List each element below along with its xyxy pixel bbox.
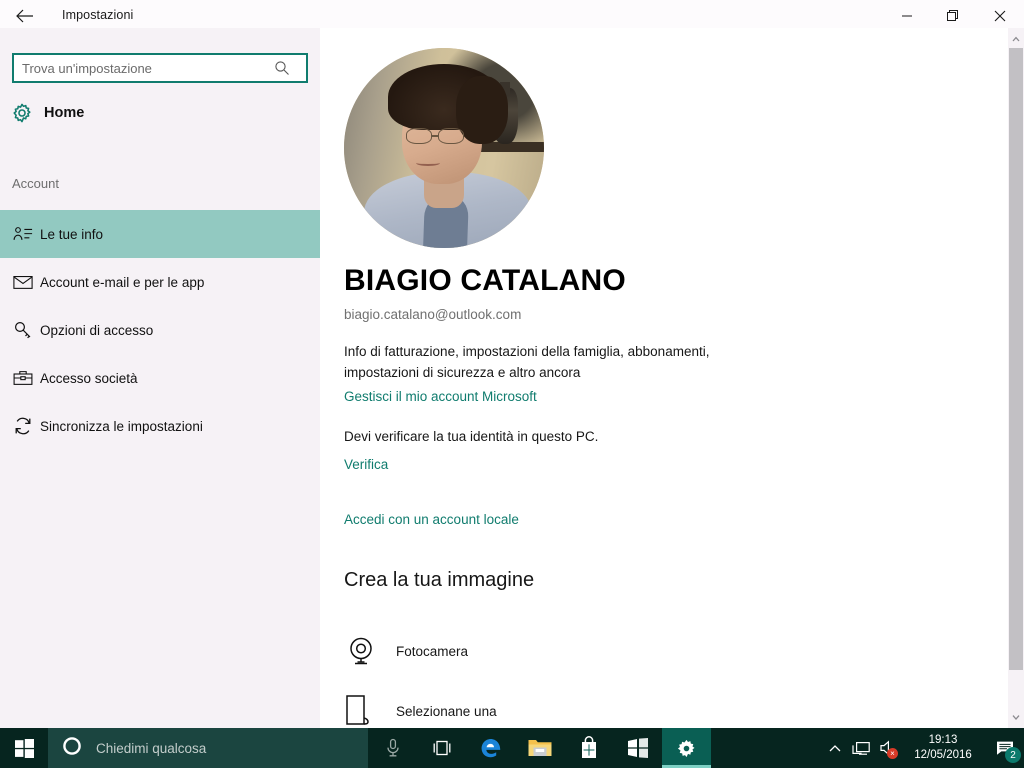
task-view-button[interactable] xyxy=(417,728,466,768)
settings-app-window: Impostazioni Trova un'impostazione Home … xyxy=(0,0,1024,768)
cortana-search-box[interactable]: Chiedimi qualcosa xyxy=(48,728,368,768)
local-account-link[interactable]: Accedi con un account locale xyxy=(344,512,519,527)
task-view-icon xyxy=(433,740,450,756)
chevron-down-icon xyxy=(1012,715,1020,720)
user-email: biagio.catalano@outlook.com xyxy=(344,307,522,322)
search-icon[interactable] xyxy=(269,60,295,76)
sidebar-item-sincronizza[interactable]: Sincronizza le impostazioni xyxy=(0,402,320,450)
sidebar-item-le-tue-info[interactable]: Le tue info xyxy=(0,210,320,258)
start-button[interactable] xyxy=(0,728,48,768)
sidebar-item-accesso-societa[interactable]: Accesso società xyxy=(0,354,320,402)
avatar[interactable] xyxy=(344,48,544,248)
windows-app-button[interactable] xyxy=(613,728,662,768)
user-info-icon xyxy=(0,225,40,243)
cortana-circle-icon xyxy=(62,736,82,761)
sidebar-item-label: Le tue info xyxy=(40,226,104,242)
system-tray: × 19:13 12/05/2016 2 xyxy=(822,728,1024,768)
picture-section-title: Crea la tua immagine xyxy=(344,569,535,591)
windows-logo-icon xyxy=(14,738,34,758)
user-name: BIAGIO CATALANO xyxy=(344,264,626,297)
sidebar-group-title: Account xyxy=(12,176,59,191)
manage-microsoft-account-link[interactable]: Gestisci il mio account Microsoft xyxy=(344,389,537,404)
search-input[interactable] xyxy=(14,55,269,81)
chevron-up-icon xyxy=(829,744,841,751)
verify-link[interactable]: Verifica xyxy=(344,457,388,472)
folder-icon xyxy=(528,740,551,756)
briefcase-icon xyxy=(0,369,40,387)
avatar-glasses-left xyxy=(406,128,432,144)
search-box[interactable] xyxy=(12,53,308,83)
windows-flag-icon xyxy=(627,738,648,758)
show-hidden-icons-button[interactable] xyxy=(822,728,848,768)
microsoft-store-button[interactable] xyxy=(564,728,613,768)
microphone-icon xyxy=(386,738,399,757)
microphone-button[interactable] xyxy=(368,728,417,768)
picture-option-camera[interactable]: Fotocamera xyxy=(344,629,468,673)
back-arrow-icon xyxy=(16,9,33,23)
sidebar-item-opzioni-accesso[interactable]: Opzioni di accesso xyxy=(0,306,320,354)
key-icon xyxy=(0,320,40,340)
main-content: BIAGIO CATALANO biagio.catalano@outlook.… xyxy=(320,28,1008,728)
window-title: Impostazioni xyxy=(62,8,134,22)
cortana-placeholder: Chiedimi qualcosa xyxy=(96,740,207,756)
picture-option-label: Selezionane una xyxy=(396,703,497,719)
microsoft-edge-button[interactable] xyxy=(466,728,515,768)
vertical-scrollbar[interactable] xyxy=(1008,28,1024,728)
volume-button[interactable]: × xyxy=(874,728,900,768)
picture-option-label: Fotocamera xyxy=(396,643,469,659)
minimize-icon xyxy=(902,15,912,17)
envelope-icon xyxy=(0,274,40,290)
sidebar-item-home[interactable]: Home xyxy=(0,94,320,132)
clock[interactable]: 19:13 12/05/2016 xyxy=(900,728,986,768)
edge-icon xyxy=(481,739,500,758)
verify-identity-text: Devi verificare la tua identità in quest… xyxy=(344,429,599,444)
taskbar: Chiedimi qualcosa × 19:13 12/05/2016 2 xyxy=(0,728,1024,768)
sidebar-nav: Le tue info Account e-mail e per le app xyxy=(0,210,320,450)
mute-indicator: × xyxy=(887,748,898,759)
sidebar-item-label: Accesso società xyxy=(40,370,138,386)
account-description: Info di fatturazione, impostazioni della… xyxy=(344,344,710,380)
avatar-glasses-bridge xyxy=(432,135,439,137)
network-button[interactable] xyxy=(848,728,874,768)
sidebar: Home Account Le tue info xyxy=(0,28,320,728)
avatar-glasses-right xyxy=(438,128,464,144)
clock-time: 19:13 xyxy=(928,734,958,746)
sidebar-item-home-label: Home xyxy=(44,105,85,121)
sidebar-item-label: Account e-mail e per le app xyxy=(40,274,205,290)
sync-icon xyxy=(0,416,40,436)
restore-icon xyxy=(947,10,958,21)
close-icon xyxy=(994,10,1006,22)
file-explorer-button[interactable] xyxy=(515,728,564,768)
notification-badge: 2 xyxy=(1005,747,1021,763)
sidebar-item-label: Sincronizza le impostazioni xyxy=(40,418,203,434)
back-button[interactable] xyxy=(8,2,42,30)
scroll-down-button[interactable] xyxy=(1008,708,1024,726)
webcam-icon xyxy=(344,634,396,668)
scrollbar-thumb[interactable] xyxy=(1009,48,1023,670)
chevron-up-icon xyxy=(1012,36,1020,42)
sidebar-item-label: Opzioni di accesso xyxy=(40,322,154,338)
network-monitor-icon xyxy=(852,741,870,755)
picture-option-browse[interactable]: Selezionane una xyxy=(344,689,497,728)
settings-taskbar-button[interactable] xyxy=(662,728,711,768)
scroll-up-button[interactable] xyxy=(1008,30,1024,48)
gear-icon xyxy=(0,102,44,124)
clock-date: 12/05/2016 xyxy=(914,749,972,761)
browse-file-icon xyxy=(344,694,396,728)
action-center-button[interactable]: 2 xyxy=(986,728,1024,768)
gear-icon xyxy=(677,739,695,757)
sidebar-item-account-email[interactable]: Account e-mail e per le app xyxy=(0,258,320,306)
avatar-mouth xyxy=(416,160,440,166)
store-bag-icon xyxy=(581,736,596,758)
